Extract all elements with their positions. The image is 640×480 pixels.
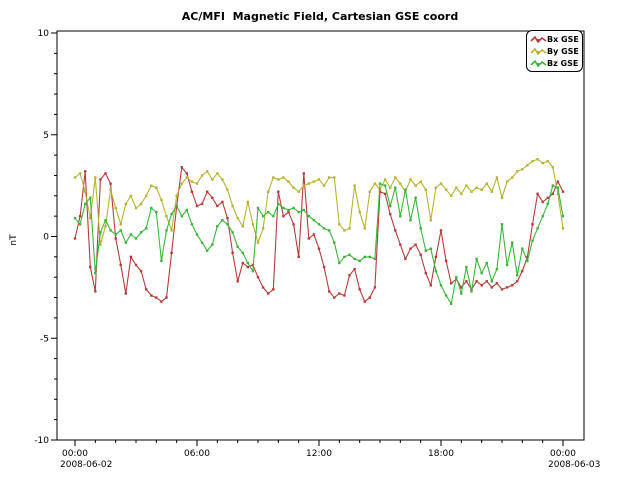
y-tick-label: 0 [43, 233, 49, 243]
y-tick-label: 5 [43, 131, 49, 141]
y-tick-label: -10 [34, 436, 49, 446]
y-tick-label: 10 [38, 29, 50, 39]
y-axis: 10 5 0 -5 -10 nT [9, 29, 57, 446]
x-tick-label: 00:00 [550, 449, 576, 459]
x-date-label: 2008-06-02 [60, 460, 112, 470]
legend-box: Bx GSE By GSE Bz GSE [526, 30, 583, 72]
x-tick-label: 00:00 [62, 449, 88, 459]
x-axis: 00:002008-06-0206:0012:0018:0000:002008-… [60, 440, 600, 470]
legend-item-bz: Bz GSE [530, 57, 582, 69]
plot-window: AC/MFI Magnetic Field, Cartesian GSE coo… [0, 0, 640, 480]
x-tick-label: 12:00 [306, 449, 332, 459]
plot-frame [57, 31, 584, 440]
legend-label-by: By GSE [547, 47, 579, 56]
bz-line-sample-icon [530, 59, 547, 68]
bx-line-sample-icon [530, 35, 547, 44]
y-tick-label: -5 [40, 334, 49, 344]
x-tick-label: 18:00 [428, 449, 454, 459]
y-axis-label: nT [9, 234, 19, 246]
legend-item-bx: Bx GSE [530, 33, 582, 45]
legend-item-by: By GSE [530, 45, 582, 57]
series-by-gse [74, 158, 564, 246]
x-tick-label: 06:00 [184, 449, 210, 459]
legend-label-bz: Bz GSE [547, 59, 578, 68]
plot-area: 1050-5-10nT00:002008-06-0206:0012:0018:0… [0, 0, 640, 480]
legend-label-bx: Bx GSE [547, 35, 579, 44]
x-date-label: 2008-06-03 [548, 460, 600, 470]
by-line-sample-icon [530, 47, 547, 56]
